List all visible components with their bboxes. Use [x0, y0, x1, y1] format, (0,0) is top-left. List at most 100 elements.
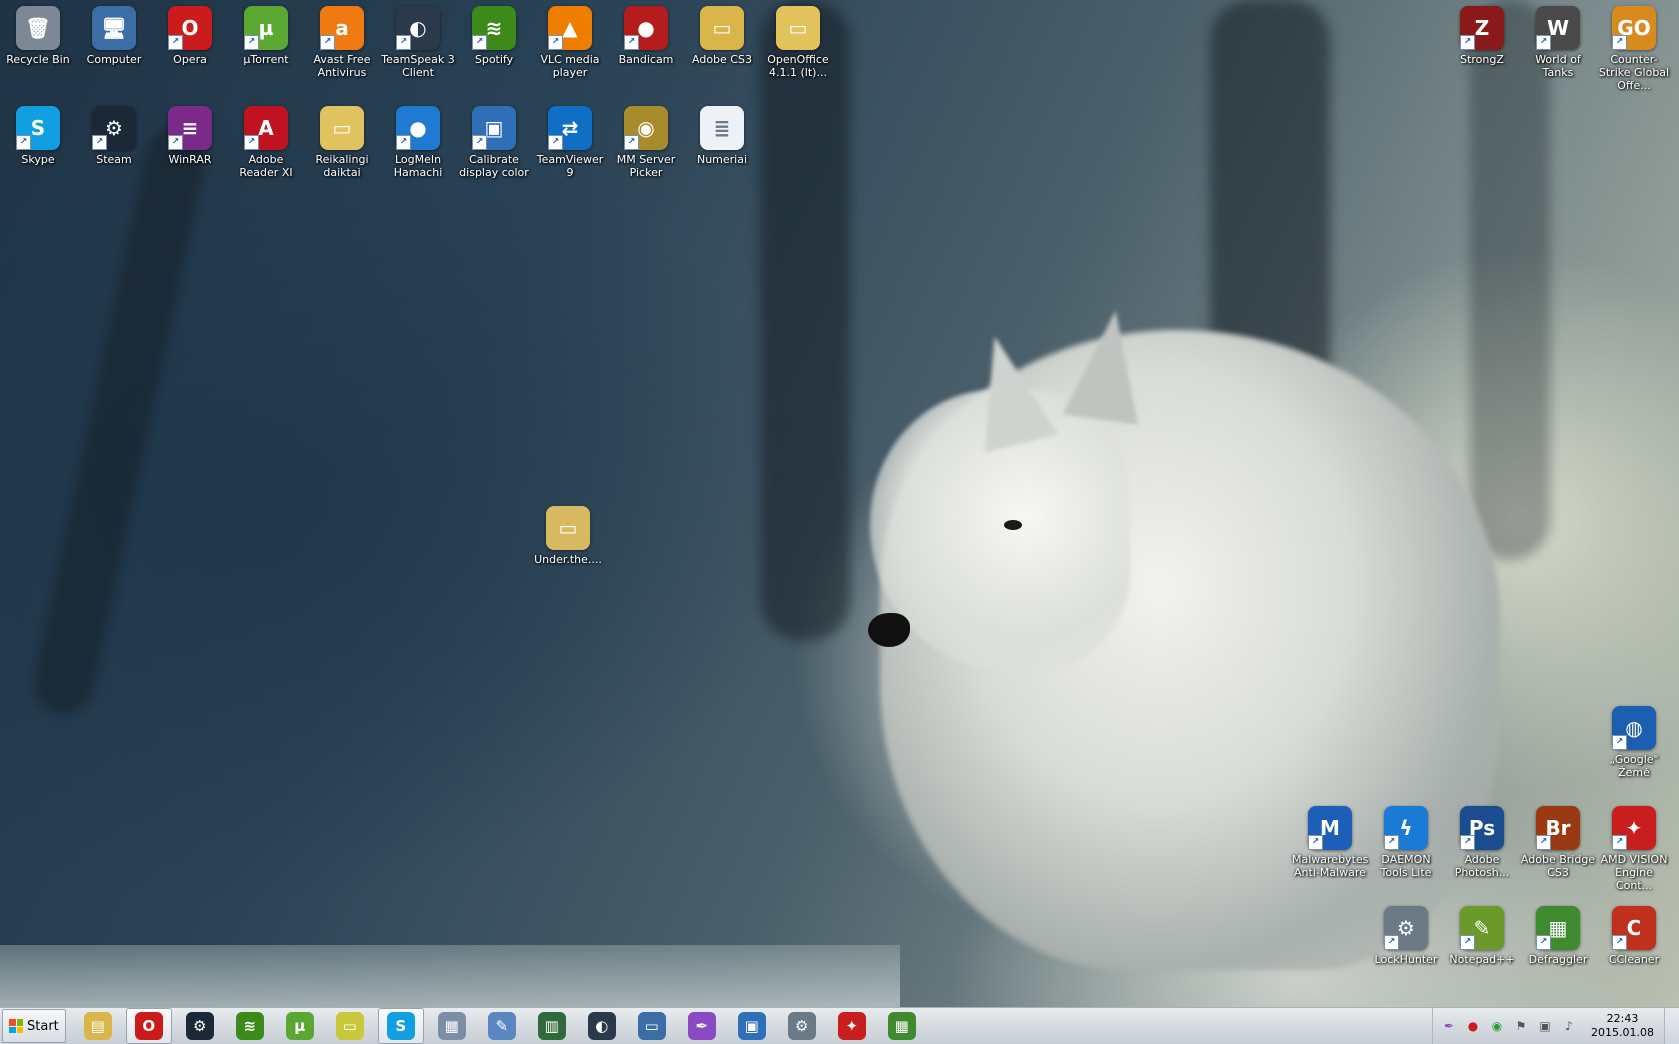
desktop-icon-openoffice[interactable]: ▭ OpenOffice 4.1.1 (lt)...: [760, 0, 836, 79]
desktop-icon-google-earth[interactable]: ◍ ↗ „Google" Žemė: [1596, 700, 1672, 779]
taskbar-button-settings[interactable]: ⚙: [780, 1009, 824, 1043]
desktop-icon-bandicam[interactable]: ● ↗ Bandicam: [608, 0, 684, 66]
taskbar-button-utorrent[interactable]: µ: [278, 1009, 322, 1043]
desktop-icon-defraggler[interactable]: ▦ ↗ Defraggler: [1520, 900, 1596, 966]
shortcut-arrow-icon: ↗: [1612, 35, 1627, 50]
computer-glyph: 🖥: [101, 16, 127, 40]
desktop-icon-computer[interactable]: 🖥 Computer: [76, 0, 152, 66]
daemon-tools-icon: ϟ ↗: [1384, 806, 1428, 850]
shortcut-arrow-icon: ↗: [472, 35, 487, 50]
desktop-icon-vlc[interactable]: ▲ ↗ VLC media player: [532, 0, 608, 79]
opera-glyph: O: [181, 16, 199, 40]
desktop-icon-malwarebytes[interactable]: M ↗ Malwarebytes Anti-Malware: [1292, 800, 1368, 879]
remote-desktop-icon: ▭: [637, 1012, 666, 1040]
desktop-icon-label: Adobe Bridge CS3: [1520, 853, 1596, 879]
desktop-icon-label: DAEMON Tools Lite: [1380, 853, 1432, 879]
desktop-icon-world-of-tanks[interactable]: W ↗ World of Tanks: [1520, 0, 1596, 79]
winrar-icon: ≡ ↗: [168, 106, 212, 150]
taskbar-button-opera[interactable]: O: [125, 1008, 172, 1044]
desktop[interactable]: 🗑 Recycle Bin 🖥 Computer O ↗ Opera µ ↗ µTorrent a ↗…: [0, 0, 1679, 1007]
tray-chrome-icon[interactable]: ◉: [1489, 1018, 1505, 1034]
desktop-icon-label: StrongZ: [1460, 53, 1504, 66]
taskbar-button-steam[interactable]: ⚙: [178, 1009, 222, 1043]
desktop-icon-opera[interactable]: O ↗ Opera: [152, 0, 228, 66]
taskbar-button-skype[interactable]: S: [377, 1008, 424, 1044]
spotify-glyph: ≋: [485, 16, 503, 40]
desktop-icon-csgo[interactable]: GO ↗ Counter-Strike Global Offe...: [1596, 0, 1672, 92]
desktop-icon-daemon-tools[interactable]: ϟ ↗ DAEMON Tools Lite: [1368, 800, 1444, 879]
mm-server-glyph: ◉: [637, 116, 655, 140]
desktop-icon-label: Spotify: [474, 53, 514, 66]
taskbar-button-amd[interactable]: ✦: [830, 1009, 874, 1043]
taskbar-button-windows-update[interactable]: ▦: [880, 1009, 924, 1043]
teamspeak-icon: ◐: [587, 1012, 616, 1040]
tray-network-icon[interactable]: ▣: [1537, 1018, 1553, 1034]
tray-lips-icon[interactable]: ●: [1465, 1018, 1481, 1034]
start-label: Start: [27, 1018, 59, 1034]
clock[interactable]: 22:43 2015.01.08: [1591, 1012, 1654, 1040]
desktop-icon-calibrate[interactable]: ▣ ↗ Calibrate display color: [456, 100, 532, 179]
taskbar-button-spotify[interactable]: ≋: [228, 1009, 272, 1043]
desktop-icon-label: WinRAR: [168, 153, 212, 166]
desktop-icon-winrar[interactable]: ≡ ↗ WinRAR: [152, 100, 228, 166]
desktop-icon-label: Defraggler: [1528, 953, 1588, 966]
spotify-icon: ≋ ↗: [472, 6, 516, 50]
desktop-icon-avast[interactable]: a ↗ Avast Free Antivirus: [304, 0, 380, 79]
taskbar-button-teamspeak[interactable]: ◐: [580, 1009, 624, 1043]
clock-time: 22:43: [1606, 1012, 1639, 1025]
defraggler-glyph: ▦: [1548, 916, 1568, 940]
desktop-icon-teamspeak[interactable]: ◐ ↗ TeamSpeak 3 Client: [380, 0, 456, 79]
taskbar-button-display[interactable]: ▣: [730, 1009, 774, 1043]
taskbar-button-explorer[interactable]: ▤: [76, 1009, 120, 1043]
desktop-icon-hamachi[interactable]: ● ↗ LogMeIn Hamachi: [380, 100, 456, 179]
taskbar-pinned-apps: ▤ O ⚙ ≋ µ ▭ S ▦ ✎ ▥ ◐ ▭ ✒ ▣ ⚙ ✦ ▦: [76, 1008, 930, 1044]
desktop-icon-label: Recycle Bin: [6, 53, 70, 66]
taskbar-button-remote-desktop[interactable]: ▭: [630, 1009, 674, 1043]
desktop-icon-label: Notepad++: [1449, 953, 1515, 966]
taskbar-button-calculator[interactable]: ▦: [430, 1009, 474, 1043]
desktop-icon-label: MM Server Picker: [616, 153, 676, 179]
utorrent-icon: µ: [285, 1012, 314, 1040]
tray-pen-icon[interactable]: ✒: [1441, 1018, 1457, 1034]
desktop-icon-lockhunter[interactable]: ⚙ ↗ LockHunter: [1368, 900, 1444, 966]
desktop-icon-amd-vision[interactable]: ✦ ↗ AMD VISION Engine Cont...: [1596, 800, 1672, 892]
opera-icon: O ↗: [168, 6, 212, 50]
start-button[interactable]: Start: [2, 1009, 66, 1043]
desktop-icon-adobe-cs3[interactable]: ▭ Adobe CS3: [684, 0, 760, 66]
desktop-icon-mm-server[interactable]: ◉ ↗ MM Server Picker: [608, 100, 684, 179]
desktop-icon-teamviewer[interactable]: ⇄ ↗ TeamViewer 9: [532, 100, 608, 179]
desktop-icon-under-the[interactable]: ▭ Under.the....: [530, 500, 606, 566]
taskbar-button-task-manager[interactable]: ▥: [530, 1009, 574, 1043]
shortcut-arrow-icon: ↗: [396, 135, 411, 150]
desktop-icon-photoshop[interactable]: Ps ↗ Adobe Photosh...: [1444, 800, 1520, 879]
desktop-icon-label: LockHunter: [1374, 953, 1438, 966]
shortcut-arrow-icon: ↗: [624, 135, 639, 150]
desktop-icon-notepad-plus[interactable]: ✎ ↗ Notepad++: [1444, 900, 1520, 966]
tray-flag-icon[interactable]: ⚑: [1513, 1018, 1529, 1034]
tray-volume-icon[interactable]: ♪: [1561, 1018, 1577, 1034]
shortcut-arrow-icon: ↗: [168, 35, 183, 50]
desktop-icon-reikalingi[interactable]: ▭ Reikalingi daiktai: [304, 100, 380, 179]
wallpaper-ground: [0, 945, 900, 1007]
windows-logo-icon: [9, 1019, 23, 1033]
shortcut-arrow-icon: ↗: [244, 135, 259, 150]
desktop-icon-steam[interactable]: ⚙ ↗ Steam: [76, 100, 152, 166]
desktop-icon-numeriai[interactable]: ≣ Numeriai: [684, 100, 760, 166]
malwarebytes-icon: M ↗: [1308, 806, 1352, 850]
desktop-icon-adobe-bridge[interactable]: Br ↗ Adobe Bridge CS3: [1520, 800, 1596, 879]
desktop-icon-strongz[interactable]: Z ↗ StrongZ: [1444, 0, 1520, 66]
shortcut-arrow-icon: ↗: [16, 135, 31, 150]
desktop-icon-utorrent[interactable]: µ ↗ µTorrent: [228, 0, 304, 66]
show-desktop-button[interactable]: [1664, 1008, 1679, 1044]
amd-vision-glyph: ✦: [1625, 816, 1643, 840]
desktop-icon-adobe-reader[interactable]: A ↗ Adobe Reader XI: [228, 100, 304, 179]
taskbar-button-feather[interactable]: ✒: [680, 1009, 724, 1043]
desktop-icon-skype[interactable]: S ↗ Skype: [0, 100, 76, 166]
desktop-icon-recycle-bin[interactable]: 🗑 Recycle Bin: [0, 0, 76, 66]
taskbar-button-paint[interactable]: ✎: [480, 1009, 524, 1043]
desktop-icon-spotify[interactable]: ≋ ↗ Spotify: [456, 0, 532, 66]
under-the-glyph: ▭: [558, 516, 578, 540]
desktop-icon-ccleaner[interactable]: C ↗ CCleaner: [1596, 900, 1672, 966]
taskbar-button-sticky[interactable]: ▭: [328, 1009, 372, 1043]
reikalingi-icon: ▭: [320, 106, 364, 150]
